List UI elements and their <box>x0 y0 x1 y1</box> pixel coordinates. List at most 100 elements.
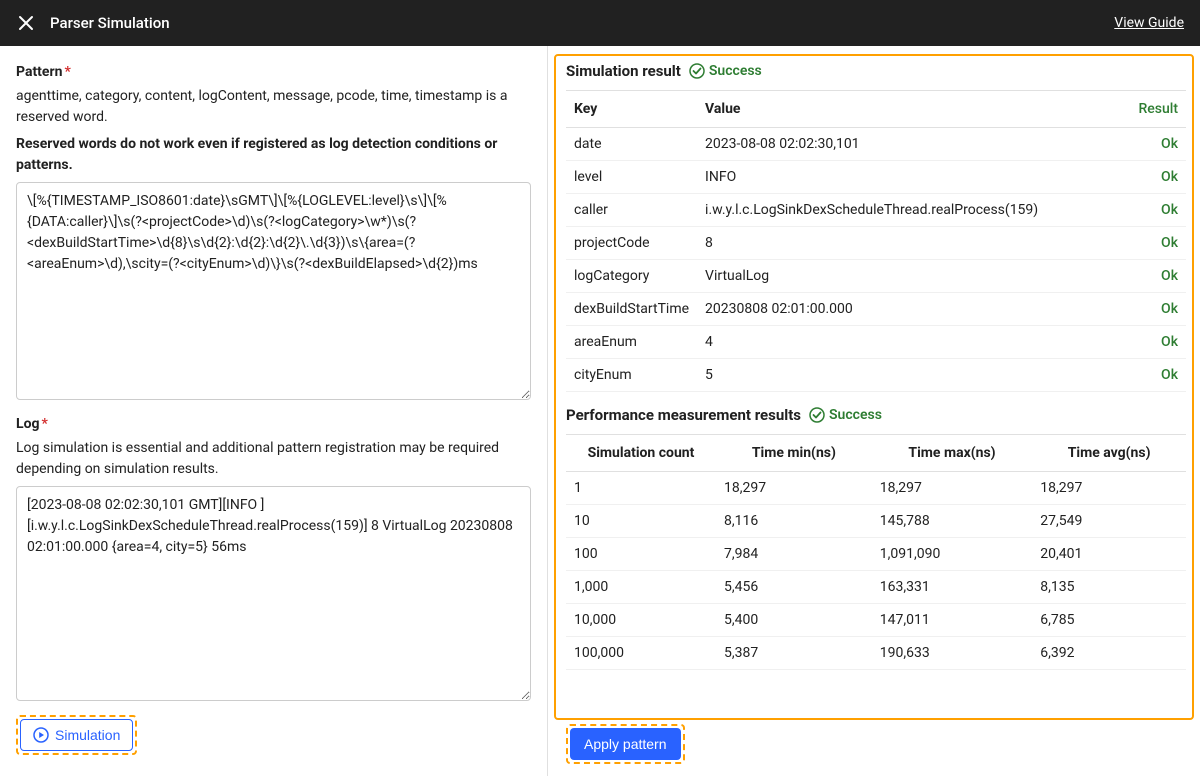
cell-avg: 18,297 <box>1032 472 1186 505</box>
th-value: Value <box>697 91 1126 128</box>
table-header-row: Key Value Result <box>566 91 1186 128</box>
pattern-label-text: Pattern <box>16 64 62 80</box>
cell-count: 1 <box>566 472 716 505</box>
table-row: 118,29718,29718,297 <box>566 472 1186 505</box>
th-sim-count: Simulation count <box>566 435 716 472</box>
table-row: 1,0005,456163,3318,135 <box>566 571 1186 604</box>
cell-avg: 27,549 <box>1032 505 1186 538</box>
right-footer: Apply pattern <box>566 724 685 764</box>
cell-max: 18,297 <box>872 472 1033 505</box>
cell-result: Ok <box>1126 326 1186 359</box>
cell-key: date <box>566 128 697 161</box>
play-circle-icon <box>33 727 49 743</box>
cell-result: Ok <box>1126 359 1186 392</box>
cell-result: Ok <box>1126 128 1186 161</box>
right-pane: Simulation result Success Key Value Resu… <box>548 46 1200 776</box>
performance-result-table: Simulation count Time min(ns) Time max(n… <box>566 434 1186 670</box>
cell-max: 145,788 <box>872 505 1033 538</box>
check-circle-icon <box>689 63 705 79</box>
simulation-table-scroll[interactable]: Key Value Result date2023-08-08 02:02:30… <box>566 90 1186 392</box>
cell-min: 5,387 <box>716 637 872 670</box>
cell-value: i.w.y.l.c.LogSinkDexScheduleThread.realP… <box>697 194 1126 227</box>
cell-count: 10,000 <box>566 604 716 637</box>
cell-avg: 6,392 <box>1032 637 1186 670</box>
simulation-result-title: Simulation result <box>566 62 681 80</box>
simulation-button-highlight: Simulation <box>16 715 137 755</box>
th-result: Result <box>1126 91 1186 128</box>
cell-result: Ok <box>1126 260 1186 293</box>
cell-key: logCategory <box>566 260 697 293</box>
table-row: dexBuildStartTime20230808 02:01:00.000Ok <box>566 293 1186 326</box>
cell-max: 147,011 <box>872 604 1033 637</box>
cell-min: 18,297 <box>716 472 872 505</box>
cell-key: level <box>566 161 697 194</box>
pattern-textarea[interactable] <box>16 182 531 400</box>
cell-max: 1,091,090 <box>872 538 1033 571</box>
view-guide-link[interactable]: View Guide <box>1114 15 1184 31</box>
content-area: Pattern* agenttime, category, content, l… <box>0 46 1200 776</box>
cell-key: dexBuildStartTime <box>566 293 697 326</box>
cell-min: 5,400 <box>716 604 872 637</box>
cell-result: Ok <box>1126 227 1186 260</box>
cell-count: 10 <box>566 505 716 538</box>
success-badge: Success <box>689 63 762 79</box>
close-button[interactable] <box>16 13 36 33</box>
success-label: Success <box>829 407 882 423</box>
pattern-help-text-1: agenttime, category, content, logContent… <box>16 86 531 128</box>
performance-result-header: Performance measurement results Success <box>566 406 1186 424</box>
table-row: 108,116145,78827,549 <box>566 505 1186 538</box>
table-row: levelINFOOk <box>566 161 1186 194</box>
cell-count: 1,000 <box>566 571 716 604</box>
log-textarea[interactable] <box>16 486 531 701</box>
performance-result-title: Performance measurement results <box>566 406 801 424</box>
table-row: areaEnum4Ok <box>566 326 1186 359</box>
cell-result: Ok <box>1126 293 1186 326</box>
table-row: logCategoryVirtualLogOk <box>566 260 1186 293</box>
cell-min: 5,456 <box>716 571 872 604</box>
simulation-result-header: Simulation result Success <box>566 62 1186 80</box>
table-row: cityEnum5Ok <box>566 359 1186 392</box>
cell-key: areaEnum <box>566 326 697 359</box>
check-circle-icon <box>809 407 825 423</box>
table-row: 1007,9841,091,09020,401 <box>566 538 1186 571</box>
table-row: projectCode8Ok <box>566 227 1186 260</box>
log-label-text: Log <box>16 416 39 432</box>
log-help-text: Log simulation is essential and addition… <box>16 438 531 480</box>
required-asterisk: * <box>41 416 47 432</box>
right-inner: Simulation result Success Key Value Resu… <box>548 46 1200 722</box>
close-icon <box>17 14 35 32</box>
cell-key: cityEnum <box>566 359 697 392</box>
apply-pattern-button[interactable]: Apply pattern <box>570 728 681 760</box>
table-row: calleri.w.y.l.c.LogSinkDexScheduleThread… <box>566 194 1186 227</box>
success-badge: Success <box>809 407 882 423</box>
simulation-button-label: Simulation <box>55 727 120 743</box>
cell-avg: 8,135 <box>1032 571 1186 604</box>
required-asterisk: * <box>64 64 70 80</box>
cell-result: Ok <box>1126 194 1186 227</box>
simulation-result-table: Key Value Result date2023-08-08 02:02:30… <box>566 90 1186 392</box>
cell-value: 4 <box>697 326 1126 359</box>
table-row: 100,0005,387190,6336,392 <box>566 637 1186 670</box>
pattern-label: Pattern* <box>16 64 531 80</box>
success-label: Success <box>709 63 762 79</box>
pattern-help-text-2: Reserved words do not work even if regis… <box>16 134 531 176</box>
cell-avg: 20,401 <box>1032 538 1186 571</box>
apply-pattern-highlight: Apply pattern <box>566 724 685 764</box>
cell-max: 190,633 <box>872 637 1033 670</box>
header-bar: Parser Simulation View Guide <box>0 0 1200 46</box>
cell-count: 100,000 <box>566 637 716 670</box>
cell-result: Ok <box>1126 161 1186 194</box>
th-time-min: Time min(ns) <box>716 435 872 472</box>
cell-key: projectCode <box>566 227 697 260</box>
cell-value: 20230808 02:01:00.000 <box>697 293 1126 326</box>
left-pane: Pattern* agenttime, category, content, l… <box>0 46 548 776</box>
cell-key: caller <box>566 194 697 227</box>
cell-min: 7,984 <box>716 538 872 571</box>
performance-table-scroll[interactable]: Simulation count Time min(ns) Time max(n… <box>566 434 1186 670</box>
cell-max: 163,331 <box>872 571 1033 604</box>
th-time-avg: Time avg(ns) <box>1032 435 1186 472</box>
cell-value: 8 <box>697 227 1126 260</box>
log-label: Log* <box>16 416 531 432</box>
simulation-button[interactable]: Simulation <box>20 719 133 751</box>
cell-value: VirtualLog <box>697 260 1126 293</box>
